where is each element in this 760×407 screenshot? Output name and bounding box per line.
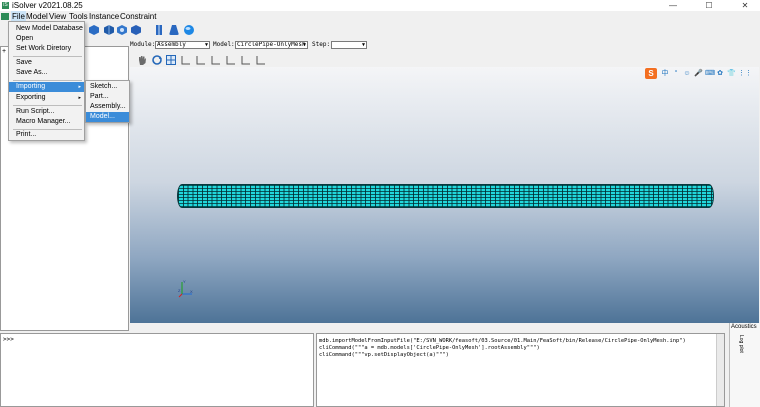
menu-save[interactable]: Save	[9, 58, 84, 68]
model-label: Model:	[213, 41, 235, 48]
menubar-app-icon	[1, 13, 9, 20]
step-label: Step:	[312, 41, 331, 48]
menu-instance[interactable]: Instance	[88, 11, 120, 22]
menu-import-assembly[interactable]: Assembly...	[86, 102, 129, 112]
message-line: cliCommand("""vp.setDisplayObject(a)""")	[319, 352, 449, 358]
menu-separator	[13, 80, 82, 81]
menu-new-model-database[interactable]: New Model Database	[9, 24, 84, 34]
fit-view-icon[interactable]	[166, 55, 176, 65]
message-log-panel[interactable]: mdb.importModelFromInputFile("E:/SVN_WOR…	[316, 333, 725, 407]
menu-macro-manager[interactable]: Macro Manager...	[9, 117, 84, 127]
axis-y-label: Y	[183, 279, 186, 284]
menu-importing-label: Importing	[16, 83, 46, 90]
rotate-icon[interactable]	[152, 55, 162, 65]
ime-grid-icon[interactable]: ⋮⋮	[738, 69, 752, 78]
view-front-icon[interactable]	[181, 55, 191, 65]
command-prompt: >>>	[3, 336, 14, 343]
pan-hand-icon[interactable]	[137, 55, 147, 65]
view-back-icon[interactable]	[196, 55, 206, 65]
view-bottom-icon[interactable]	[226, 55, 236, 65]
importing-submenu: Sketch... Part... Assembly... Model...	[85, 80, 130, 123]
module-label: Module:	[130, 41, 156, 48]
menu-save-as[interactable]: Save As...	[9, 68, 84, 78]
chevron-down-icon: ▼	[361, 42, 365, 48]
ime-skin-icon[interactable]: ✿	[716, 69, 724, 78]
ime-toolbar: S 中 ° ☺ 🎤 ⌨ ✿ 👕 ⋮⋮	[645, 68, 755, 80]
view-left-icon[interactable]	[241, 55, 251, 65]
model-value: CirclePipe-OnlyMesh	[237, 41, 306, 48]
menu-importing[interactable]: Importing ▸	[9, 82, 84, 92]
main-toolbar	[0, 22, 760, 39]
chevron-down-icon: ▼	[204, 42, 208, 48]
menu-exporting[interactable]: Exporting ▸	[9, 93, 84, 103]
axis-triad-icon: X Y Z	[178, 279, 193, 298]
axis-z-label: Z	[178, 288, 181, 293]
chevron-right-icon: ▸	[78, 95, 81, 101]
title-bar: iS iSolver v2021.08.25 — ☐ ✕	[0, 0, 760, 11]
menu-set-work-directory[interactable]: Set Work Diretory	[9, 44, 84, 54]
step-select[interactable]: ▼	[331, 41, 367, 49]
file-menu-dropdown: New Model Database Open Set Work Diretor…	[8, 21, 85, 141]
taper-icon[interactable]	[169, 25, 179, 35]
menu-constraint[interactable]: Constraint	[119, 11, 157, 22]
app-icon: iS	[2, 2, 9, 9]
menu-open[interactable]: Open	[9, 34, 84, 44]
pipe-mesh-model[interactable]	[177, 184, 714, 208]
ime-voice-icon[interactable]: 🎤	[694, 69, 703, 78]
part-cube-icon[interactable]	[89, 25, 99, 35]
view-top-icon[interactable]	[211, 55, 221, 65]
ime-logo[interactable]: S	[645, 68, 657, 79]
ime-shirt-icon[interactable]: 👕	[727, 69, 736, 78]
window-title: iSolver v2021.08.25	[12, 1, 83, 10]
message-line: mdb.importModelFromInputFile("E:/SVN_WOR…	[319, 338, 686, 344]
right-side-panel: Acoustics Log plot	[729, 323, 760, 407]
menu-print[interactable]: Print...	[9, 130, 84, 140]
render-sphere-icon[interactable]	[184, 25, 194, 35]
menu-import-sketch[interactable]: Sketch...	[86, 82, 129, 92]
menu-import-part[interactable]: Part...	[86, 92, 129, 102]
ime-keyboard-icon[interactable]: ⌨	[705, 69, 715, 78]
model-select[interactable]: CirclePipe-OnlyMesh ▼	[235, 41, 308, 49]
menu-bar: File Model View Tools Instance Constrain…	[0, 11, 760, 22]
axis-x-label: X	[190, 289, 193, 294]
view-right-icon[interactable]	[256, 55, 266, 65]
close-button[interactable]: ✕	[737, 0, 753, 11]
menu-exporting-label: Exporting	[16, 94, 46, 101]
module-select[interactable]: Assembly ▼	[155, 41, 210, 49]
mesh-cube-icon[interactable]	[117, 25, 127, 35]
module-value: Assembly	[157, 41, 186, 48]
menu-import-model[interactable]: Model...	[86, 112, 129, 122]
menu-separator	[13, 105, 82, 106]
maximize-button[interactable]: ☐	[701, 0, 717, 11]
acoustics-title: Acoustics	[731, 324, 757, 330]
menu-separator	[13, 56, 82, 57]
command-input-panel[interactable]: >>>	[0, 333, 314, 407]
ime-language-icon[interactable]: 中	[661, 69, 669, 78]
ime-emoji-icon[interactable]: ☺	[683, 69, 691, 78]
assembly-cube-icon[interactable]	[104, 25, 114, 35]
message-line: cliCommand("""a = mdb.models['CirclePipe…	[319, 345, 540, 351]
message-scrollbar[interactable]	[716, 334, 724, 406]
ime-punctuation-icon[interactable]: °	[672, 69, 680, 78]
view-toolbar	[130, 53, 270, 67]
load-cube-icon[interactable]	[131, 25, 141, 35]
column-icon[interactable]	[154, 25, 164, 35]
minimize-button[interactable]: —	[665, 0, 681, 11]
chevron-down-icon: ▼	[302, 42, 306, 48]
menu-run-script[interactable]: Run Script...	[9, 107, 84, 117]
log-plot-tab[interactable]: Log plot	[736, 335, 746, 369]
chevron-right-icon: ▸	[78, 84, 81, 90]
